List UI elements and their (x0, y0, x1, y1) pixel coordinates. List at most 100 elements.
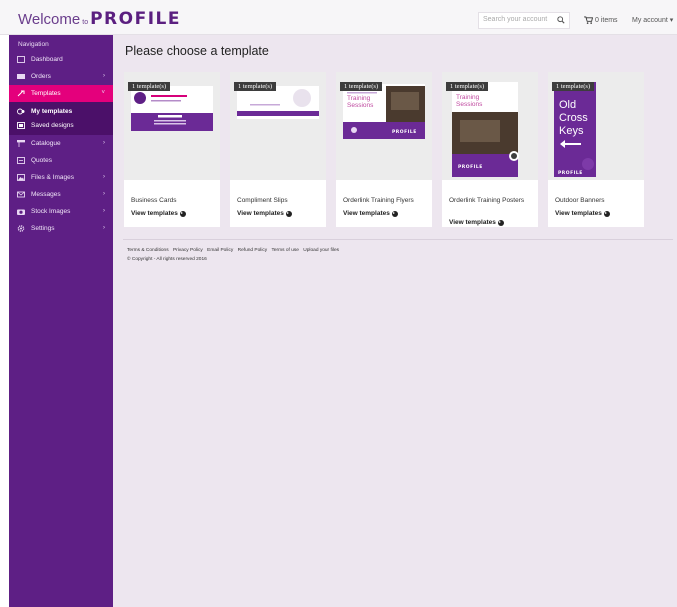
card-title: Outdoor Banners (555, 197, 605, 204)
card-title: Business Cards (131, 197, 177, 204)
orders-icon (17, 74, 25, 79)
template-count-badge: 1 template(s) (446, 82, 489, 91)
footer-link-privacy[interactable]: Privacy Policy (173, 248, 203, 253)
search-placeholder: Search your account (483, 16, 548, 23)
view-templates-link[interactable]: View templates (555, 210, 610, 217)
brand-profile-text: PROFILE (90, 9, 181, 29)
footer-links: Terms & Conditions Privacy Policy Email … (127, 248, 342, 253)
view-templates-label: View templates (237, 210, 284, 217)
sidebar-item-stock-images[interactable]: Stock Images › (9, 203, 113, 220)
arrow-circle-right-icon (391, 210, 398, 217)
view-templates-label: View templates (131, 210, 178, 217)
sidebar-item-saved-designs[interactable]: Saved designs (9, 118, 113, 132)
sidebar-item-label: My templates (31, 107, 73, 115)
card-title: Orderlink Training Posters (449, 197, 525, 204)
sidebar-item-settings[interactable]: Settings › (9, 220, 113, 237)
chevron-right-icon: › (103, 73, 105, 79)
training-flyers-thumbnail: 1 template(s) Training Sessions PROFILE (336, 72, 432, 180)
arrow-circle-right-icon (285, 210, 292, 217)
template-count-badge: 1 template(s) (128, 82, 171, 91)
catalogue-icon (17, 140, 25, 147)
my-templates-icon (17, 108, 25, 114)
svg-text:Cross: Cross (559, 112, 588, 124)
brand-to-text: to (82, 19, 89, 26)
svg-text:Old: Old (559, 99, 576, 111)
view-templates-link[interactable]: View templates (131, 210, 186, 217)
svg-text:Training: Training (347, 95, 371, 102)
chevron-right-icon: › (103, 208, 105, 214)
page-title: Please choose a template (125, 44, 269, 58)
template-card-training-posters[interactable]: 1 template(s) Training Sessions PROFILE … (442, 72, 538, 227)
cart-button[interactable]: 0 items (584, 16, 618, 24)
view-templates-label: View templates (343, 210, 390, 217)
sidebar-item-label: Dashboard (31, 56, 63, 63)
sidebar-item-label: Quotes (31, 157, 52, 164)
template-card-outdoor-banners[interactable]: PROFILE 1 template(s) Old Cross Keys Out… (548, 72, 644, 227)
footer-link-terms-of-use[interactable]: Terms of use (271, 248, 298, 253)
template-card-training-flyers[interactable]: 1 template(s) Training Sessions PROFILE … (336, 72, 432, 227)
template-cards: 1 template(s) Business Cards View templa… (124, 72, 644, 227)
envelope-icon (17, 191, 25, 198)
sidebar-item-label: Templates (31, 90, 61, 97)
view-templates-link[interactable]: View templates (237, 210, 292, 217)
brand-welcome-text: Welcome (18, 11, 81, 28)
arrow-circle-right-icon (497, 219, 504, 226)
templates-subnav: My templates Saved designs (9, 102, 113, 135)
training-posters-thumbnail: 1 template(s) Training Sessions PROFILE (442, 72, 538, 180)
templates-icon (17, 90, 25, 97)
cart-icon (584, 16, 593, 24)
template-card-business-cards[interactable]: 1 template(s) Business Cards View templa… (124, 72, 220, 227)
footer-link-email-policy[interactable]: Email Policy (207, 248, 233, 253)
cart-count: 0 items (595, 16, 618, 24)
sidebar-item-label: Settings (31, 225, 55, 232)
my-account-dropdown[interactable]: My account ▾ (632, 16, 673, 24)
copyright-text: © Copyright - All rights reserved 2016 (127, 257, 207, 262)
outdoor-banners-thumbnail: PROFILE 1 template(s) Old Cross Keys (548, 72, 644, 180)
nav-title: Navigation (18, 41, 49, 48)
camera-icon (17, 209, 25, 215)
sidebar-item-my-templates[interactable]: My templates (9, 104, 113, 118)
saved-designs-icon (17, 121, 25, 129)
business-cards-thumbnail: 1 template(s) (124, 72, 220, 180)
chevron-right-icon: › (103, 140, 105, 146)
sidebar-item-dashboard[interactable]: Dashboard (9, 51, 113, 68)
main-content: Please choose a template 1 template(s) B (113, 35, 677, 607)
arrow-circle-right-icon (603, 210, 610, 217)
sidebar-item-templates[interactable]: Templates ˅ (9, 85, 113, 102)
sidebar-item-orders[interactable]: Orders › (9, 68, 113, 85)
card-title: Orderlink Training Flyers (343, 197, 414, 204)
search-icon[interactable] (557, 16, 565, 24)
chevron-down-icon: ˅ (101, 90, 105, 96)
search-input[interactable]: Search your account (478, 12, 570, 29)
sidebar-item-label: Stock Images (31, 208, 71, 215)
svg-text:Training: Training (456, 94, 480, 101)
footer-link-terms[interactable]: Terms & Conditions (127, 248, 169, 253)
sidebar-item-label: Orders (31, 73, 51, 80)
sidebar: Navigation Dashboard Orders › Templates … (9, 35, 113, 607)
view-templates-label: View templates (555, 210, 602, 217)
view-templates-link[interactable]: View templates (449, 219, 504, 226)
footer-link-upload-files[interactable]: Upload your files (303, 248, 339, 253)
gear-icon (17, 225, 25, 232)
sidebar-item-quotes[interactable]: Quotes (9, 152, 113, 169)
footer-link-refund-policy[interactable]: Refund Policy (238, 248, 268, 253)
chevron-right-icon: › (103, 174, 105, 180)
svg-text:PROFILE: PROFILE (392, 129, 417, 135)
sidebar-item-files-images[interactable]: Files & Images › (9, 169, 113, 186)
brand-logo[interactable]: Welcome to PROFILE (18, 9, 181, 29)
image-icon (17, 174, 25, 181)
sidebar-item-messages[interactable]: Messages › (9, 186, 113, 203)
footer-divider (123, 239, 673, 240)
sidebar-item-label: Catalogue (31, 140, 61, 147)
svg-text:PROFILE: PROFILE (458, 164, 483, 170)
sidebar-item-catalogue[interactable]: Catalogue › (9, 135, 113, 152)
template-card-compliment-slips[interactable]: 1 template(s) Compliment Slips View temp… (230, 72, 326, 227)
card-title: Compliment Slips (237, 197, 288, 204)
view-templates-link[interactable]: View templates (343, 210, 398, 217)
sidebar-item-label: Files & Images (31, 174, 74, 181)
template-count-badge: 1 template(s) (340, 82, 383, 91)
compliment-slips-thumbnail: 1 template(s) (230, 72, 326, 180)
svg-text:Sessions: Sessions (456, 101, 483, 108)
view-templates-label: View templates (449, 219, 496, 226)
arrow-circle-right-icon (179, 210, 186, 217)
